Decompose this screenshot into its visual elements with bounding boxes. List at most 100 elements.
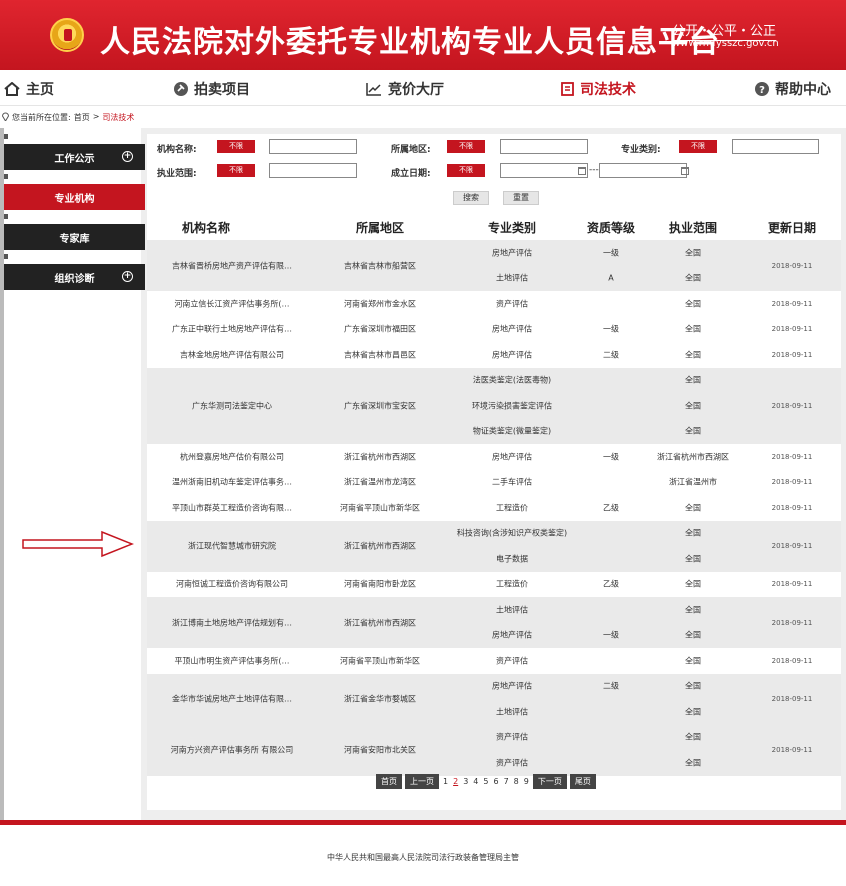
cell-name[interactable]: 浙江现代智慧城市研究院 bbox=[188, 541, 276, 552]
cell-date: 2018-09-11 bbox=[771, 542, 813, 550]
cell-region: 河南省平顶山市新华区 bbox=[340, 503, 420, 513]
sidebar-item-diagnosis[interactable]: 组织诊断 + bbox=[4, 264, 145, 290]
table-row[interactable]: 平顶山市群英工程造价咨询有限… 河南省平顶山市新华区 2018-09-11 工程造价 乙… bbox=[147, 495, 841, 521]
cell-name[interactable]: 河南方兴资产评估事务所 有限公司 bbox=[171, 745, 294, 756]
cell-date: 2018-09-11 bbox=[771, 695, 813, 703]
cell-name[interactable]: 杭州登嘉房地产估价有限公司 bbox=[180, 451, 284, 462]
cell-scope: 全国 bbox=[685, 579, 701, 589]
sidebar: 工作公示 + 专业机构 专家库 组织诊断 + bbox=[0, 128, 145, 820]
table-row[interactable]: 平顶山市明生资产评估事务所(… 河南省平顶山市新华区 2018-09-11 资产评估 全… bbox=[147, 648, 841, 674]
table-row[interactable]: 广东华测司法鉴定中心 广东省深圳市宝安区 2018-09-11 法医类鉴定(法医毒物)… bbox=[147, 367, 841, 444]
cell-name[interactable]: 浙江博南土地房地产评估规划有… bbox=[172, 617, 292, 628]
cell-date: 2018-09-11 bbox=[771, 350, 813, 359]
calendar-icon[interactable] bbox=[578, 167, 586, 175]
cell-type: 房地产评估 bbox=[492, 248, 532, 258]
cell-region: 河南省安阳市北关区 bbox=[344, 745, 416, 755]
breadcrumb-separator: > bbox=[92, 112, 100, 121]
page-number[interactable]: 4 bbox=[472, 777, 479, 786]
filter-region-unlimited[interactable]: 不限 bbox=[447, 140, 485, 153]
cell-scope: 全国 bbox=[685, 528, 701, 538]
court-emblem-icon bbox=[50, 18, 84, 52]
search-button[interactable]: 搜索 bbox=[453, 191, 489, 205]
page-number[interactable]: 3 bbox=[462, 777, 469, 786]
footer-divider bbox=[0, 820, 846, 825]
nav-label: 帮助中心 bbox=[775, 82, 831, 98]
page-number[interactable]: 5 bbox=[482, 777, 489, 786]
sidebar-item-experts[interactable]: 专家库 bbox=[4, 224, 145, 250]
cell-level: 一级 bbox=[603, 630, 619, 640]
sidebar-item-institutions[interactable]: 专业机构 bbox=[4, 184, 145, 210]
table-row[interactable]: 浙江现代智慧城市研究院 浙江省杭州市西湖区 2018-09-11 科技咨询(含涉知识产… bbox=[147, 520, 841, 572]
cell-scope: 全国 bbox=[685, 375, 701, 385]
right-arrow-icon bbox=[22, 530, 134, 558]
type-input[interactable] bbox=[732, 139, 819, 154]
page-number[interactable]: 9 bbox=[523, 777, 530, 786]
nav-item-home[interactable]: 主页 bbox=[4, 79, 54, 99]
page-number[interactable]: 8 bbox=[513, 777, 520, 786]
reset-button[interactable]: 重置 bbox=[503, 191, 539, 205]
sidebar-tick bbox=[4, 254, 8, 259]
cell-name[interactable]: 河南恒诚工程造价咨询有限公司 bbox=[176, 579, 288, 590]
table-row[interactable]: 浙江博南土地房地产评估规划有… 浙江省杭州市西湖区 2018-09-11 土地评估 全国… bbox=[147, 597, 841, 648]
scope-input[interactable] bbox=[269, 163, 357, 178]
home-icon bbox=[4, 82, 20, 96]
content-panel: 机构名称: 不限 所属地区: 不限 专业类别: 不限 执业范围: 不限 成立日期… bbox=[147, 134, 841, 810]
auction-icon bbox=[174, 82, 188, 96]
nav-item-help[interactable]: ? 帮助中心 bbox=[755, 79, 831, 99]
cell-name[interactable]: 吉林金地房地产评估有限公司 bbox=[180, 349, 284, 360]
table-row[interactable]: 广东正中联行土地房地产评估有… 广东省深圳市福田区 2018-09-11 房地产评估 一… bbox=[147, 317, 841, 343]
nav-item-judicial-tech[interactable]: 司法技术 bbox=[561, 79, 636, 99]
page-number[interactable]: 7 bbox=[503, 777, 510, 786]
filter-type-unlimited[interactable]: 不限 bbox=[679, 140, 717, 153]
cell-type: 环境污染损害鉴定评估 bbox=[472, 401, 552, 411]
cell-name[interactable]: 温州浙南旧机动车鉴定评估事务… bbox=[172, 477, 292, 488]
cell-type: 土地评估 bbox=[496, 605, 528, 615]
filter-date-unlimited[interactable]: 不限 bbox=[447, 164, 485, 177]
cell-name[interactable]: 平顶山市明生资产评估事务所(… bbox=[174, 655, 289, 666]
page-number-current[interactable]: 2 bbox=[452, 777, 459, 786]
expand-icon: + bbox=[122, 271, 133, 282]
table-row[interactable]: 杭州登嘉房地产估价有限公司 浙江省杭州市西湖区 2018-09-11 房地产评估 一级 浙… bbox=[147, 444, 841, 470]
sidebar-item-work-notice[interactable]: 工作公示 + bbox=[4, 144, 145, 170]
page-next-button[interactable]: 下一页 bbox=[532, 774, 567, 789]
page-number[interactable]: 6 bbox=[492, 777, 499, 786]
table-row[interactable]: 河南恒诚工程造价咨询有限公司 河南省南阳市卧龙区 2018-09-11 工程造价 乙级 全… bbox=[147, 572, 841, 598]
date-end-input[interactable] bbox=[599, 163, 687, 178]
filter-scope-unlimited[interactable]: 不限 bbox=[217, 164, 255, 177]
cell-name[interactable]: 河南立信长江资产评估事务所(… bbox=[174, 298, 289, 309]
col-header-region: 所属地区 bbox=[355, 221, 405, 235]
cell-date: 2018-09-11 bbox=[771, 503, 813, 512]
cell-region: 吉林省吉林市昌邑区 bbox=[344, 350, 416, 360]
cell-name[interactable]: 吉林省晋桥房地产资产评估有限… bbox=[172, 260, 292, 271]
filter-name-label: 机构名称: bbox=[157, 145, 197, 155]
filter-name-unlimited[interactable]: 不限 bbox=[217, 140, 255, 153]
col-header-scope: 执业范围 bbox=[668, 221, 718, 235]
table-row[interactable]: 金华市华诚房地产土地评估有限… 浙江省金华市婺城区 2018-09-11 房地产评估 二… bbox=[147, 673, 841, 725]
page-prev-button[interactable]: 上一页 bbox=[405, 774, 439, 789]
table-row[interactable]: 河南方兴资产评估事务所 有限公司 河南省安阳市北关区 2018-09-11 资产评估全… bbox=[147, 724, 841, 776]
cell-date: 2018-09-11 bbox=[771, 618, 813, 627]
cell-type: 科技咨询(含涉知识产权类鉴定) bbox=[456, 528, 568, 538]
filter-region-label: 所属地区: bbox=[391, 145, 431, 155]
region-input[interactable] bbox=[500, 139, 588, 154]
help-icon: ? bbox=[755, 82, 769, 96]
nav-item-bidding[interactable]: 竞价大厅 bbox=[366, 79, 444, 99]
date-start-input[interactable] bbox=[500, 163, 588, 178]
name-input[interactable] bbox=[269, 139, 357, 154]
cell-name[interactable]: 广东正中联行土地房地产评估有… bbox=[172, 324, 292, 335]
cell-region: 浙江省杭州市西湖区 bbox=[344, 541, 416, 551]
table-row[interactable]: 吉林省晋桥房地产资产评估有限… 吉林省吉林市船营区 2018-09-11 房地产评估 一… bbox=[147, 240, 841, 291]
cell-name[interactable]: 平顶山市群英工程造价咨询有限… bbox=[172, 502, 292, 513]
nav-item-auction[interactable]: 拍卖项目 bbox=[174, 79, 250, 99]
cell-name[interactable]: 广东华测司法鉴定中心 bbox=[192, 400, 272, 411]
breadcrumb-home[interactable]: 首页 bbox=[74, 112, 90, 128]
calendar-icon[interactable] bbox=[681, 167, 689, 175]
table-row[interactable]: 吉林金地房地产评估有限公司 吉林省吉林市昌邑区 2018-09-11 房地产评估 二级 全… bbox=[147, 342, 841, 368]
page-last-button[interactable]: 尾页 bbox=[569, 774, 596, 789]
cell-scope: 全国 bbox=[685, 248, 701, 258]
table-row[interactable]: 温州浙南旧机动车鉴定评估事务… 浙江省温州市龙湾区 2018-09-11 二手车评估 浙… bbox=[147, 470, 841, 496]
table-row[interactable]: 河南立信长江资产评估事务所(… 河南省郑州市金水区 2018-09-11 资产评估 全国 bbox=[147, 291, 841, 317]
page-first-button[interactable]: 首页 bbox=[376, 774, 402, 789]
cell-name[interactable]: 金华市华诚房地产土地评估有限… bbox=[172, 694, 292, 705]
page-number[interactable]: 1 bbox=[442, 777, 449, 786]
